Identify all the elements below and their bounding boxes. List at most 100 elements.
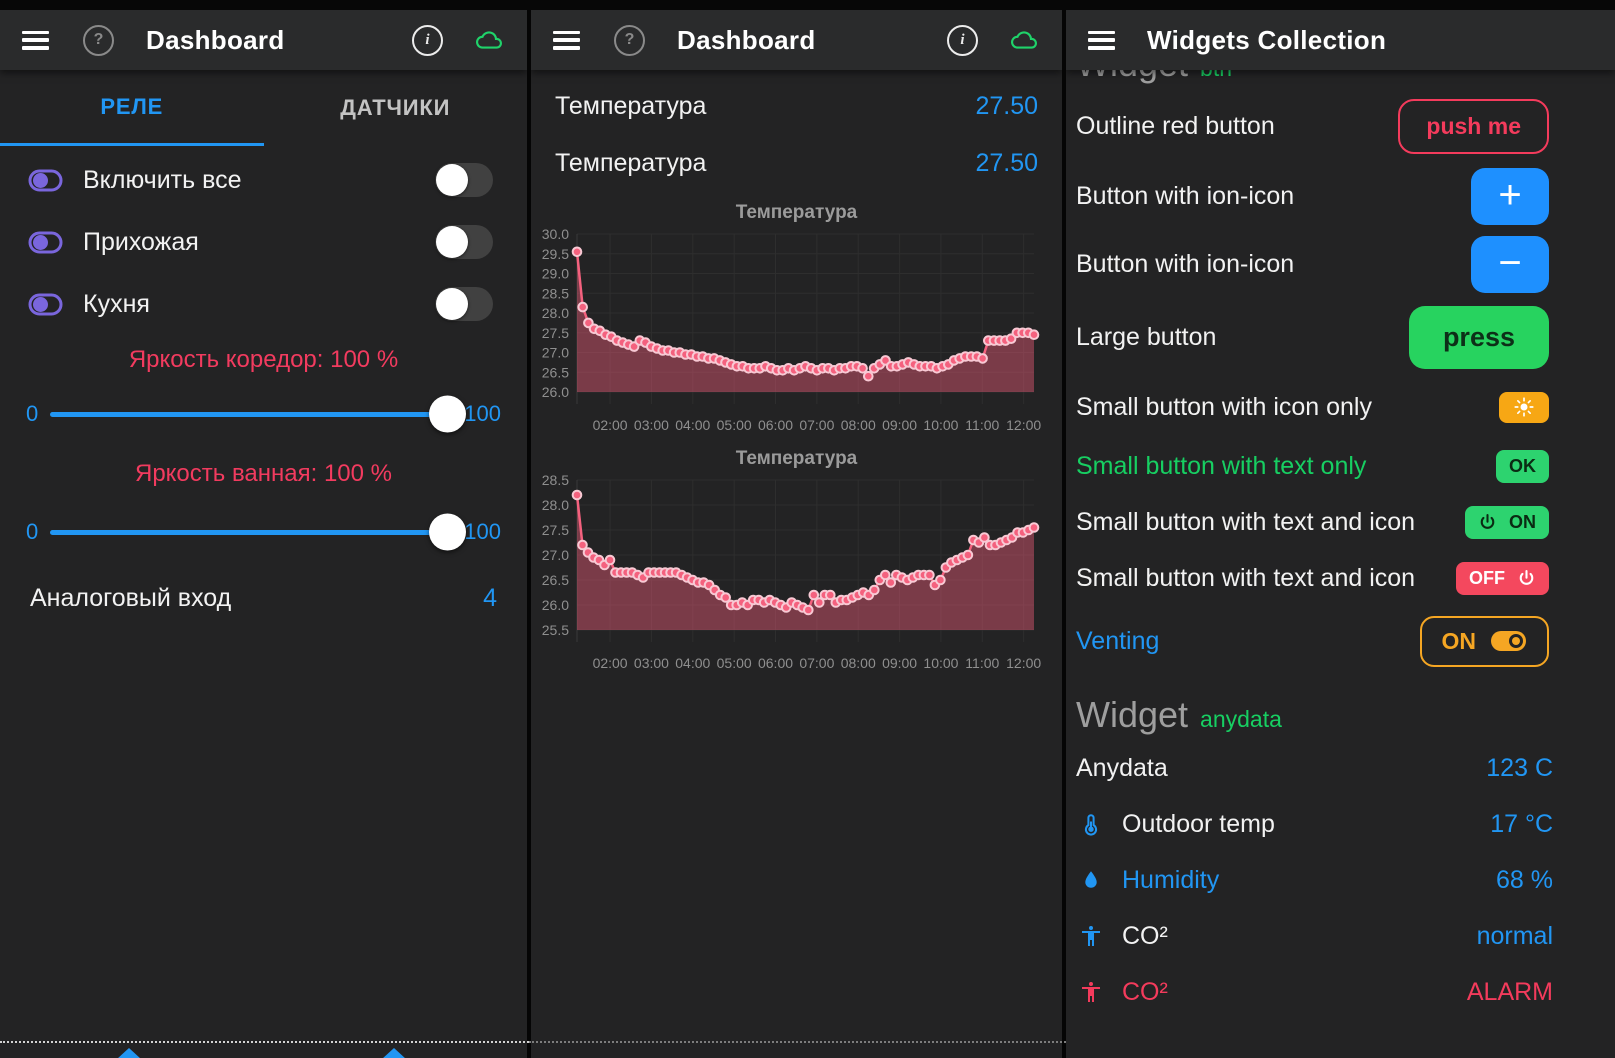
venting-toggle-button[interactable]: ON [1420,616,1550,667]
data-label: CO² [1122,922,1168,951]
sensor-value: 27.50 [975,92,1038,121]
slider-label: Яркость коредор: 100 % [0,346,527,374]
tab-bar: РЕЛЕ ДАТЧИКИ [0,70,527,146]
data-row: Anydata 123 C [1066,740,1615,796]
slider-min: 0 [26,519,38,545]
svg-text:02:00: 02:00 [593,417,628,433]
switch-row: Кухня [0,276,527,332]
widget-row: Small button with icon only [1066,376,1615,438]
minus-button[interactable]: − [1471,236,1549,293]
svg-text:27.5: 27.5 [542,325,569,341]
off-label: OFF [1469,568,1505,589]
power-icon [1517,569,1536,588]
info-icon[interactable]: i [412,25,443,56]
cloud-sync-icon[interactable] [473,27,505,53]
toggle-all-switch[interactable] [435,163,493,197]
press-button[interactable]: press [1409,306,1549,369]
svg-text:02:00: 02:00 [593,655,628,671]
data-label: Outdoor temp [1122,810,1275,839]
person-alarm-icon [1076,979,1106,1005]
help-icon[interactable]: ? [614,25,645,56]
widget-row: Large button press [1066,298,1615,376]
tab-relays[interactable]: РЕЛЕ [0,70,264,146]
section-word: Widget [1076,694,1188,736]
svg-text:07:00: 07:00 [799,655,834,671]
svg-text:27.0: 27.0 [542,547,569,563]
widget-label: Button with ion-icon [1076,182,1294,211]
chart-title: Температура [531,448,1062,470]
slider-min: 0 [26,401,38,427]
page-title: Widgets Collection [1147,25,1386,56]
kitchen-switch[interactable] [435,287,493,321]
info-icon[interactable]: i [947,25,978,56]
ok-button[interactable]: OK [1496,450,1549,483]
header-left: ? Dashboard i [0,10,527,70]
venting-state-label: ON [1442,628,1477,655]
slider-label: Яркость ванная: 100 % [0,460,527,488]
status-bar [0,0,1615,10]
analog-input-value: 4 [483,584,497,613]
cloud-sync-icon[interactable] [1008,27,1040,53]
svg-text:11:00: 11:00 [965,417,999,433]
power-icon [1478,513,1497,532]
slider-thumb[interactable] [429,514,466,551]
brightness-slider-corridor: 0 100 [0,382,527,446]
widget-row: Venting ON [1066,606,1615,676]
widget-label: Large button [1076,323,1216,352]
data-row: CO² normal [1066,908,1615,964]
widget-row: Small button with text only OK [1066,438,1615,494]
svg-text:28.0: 28.0 [542,497,569,513]
data-label: Anydata [1076,754,1168,783]
menu-icon[interactable] [22,31,49,50]
off-button[interactable]: OFF [1456,562,1549,595]
brightness-slider-bathroom: 0 100 [0,500,527,564]
svg-text:26.0: 26.0 [542,597,569,613]
scroll-marker-triangle [117,1048,141,1058]
tab-sensors[interactable]: ДАТЧИКИ [264,70,528,146]
svg-text:28.5: 28.5 [542,285,569,301]
menu-icon[interactable] [553,31,580,50]
svg-text:07:00: 07:00 [799,417,834,433]
widget-label: Venting [1076,627,1159,656]
menu-icon[interactable] [1088,31,1115,50]
sun-button[interactable] [1499,392,1549,423]
on-label: ON [1509,512,1536,533]
sun-icon [1514,397,1534,417]
svg-text:26.5: 26.5 [542,364,569,380]
switch-thumb [436,226,468,258]
svg-text:28.5: 28.5 [542,474,569,488]
data-value: 17 °C [1490,810,1553,839]
switch-thumb [436,288,468,320]
hallway-switch[interactable] [435,225,493,259]
header-right: Widgets Collection [1066,10,1615,70]
svg-text:29.0: 29.0 [542,266,569,282]
push-me-button[interactable]: push me [1398,99,1549,154]
slider-track[interactable] [50,530,452,535]
svg-text:08:00: 08:00 [841,417,876,433]
widget-label: Button with ion-icon [1076,250,1294,279]
section-heading: Widget anydata [1066,694,1615,740]
thermometer-icon [1076,811,1106,837]
svg-text:06:00: 06:00 [758,655,793,671]
plus-button[interactable]: + [1471,168,1549,225]
plus-icon: + [1498,175,1521,215]
widget-label: Small button with text and icon [1076,508,1415,537]
svg-text:10:00: 10:00 [923,417,958,433]
widget-row: Button with ion-icon + [1066,162,1615,230]
svg-text:03:00: 03:00 [634,655,669,671]
chart-title: Температура [531,202,1062,224]
help-icon[interactable]: ? [83,25,114,56]
page-title: Dashboard [146,25,285,56]
on-button[interactable]: ON [1465,506,1549,539]
widget-label: Small button with icon only [1076,393,1372,422]
svg-text:05:00: 05:00 [717,417,752,433]
slider-thumb[interactable] [429,396,466,433]
toggle-switch-icon [28,231,63,254]
svg-text:03:00: 03:00 [634,417,669,433]
switch-row: Прихожая [0,214,527,270]
ok-label: OK [1509,456,1536,477]
svg-text:11:00: 11:00 [965,655,999,671]
slider-track[interactable] [50,412,452,417]
svg-text:08:00: 08:00 [841,655,876,671]
scroll-marker-triangle [382,1048,406,1058]
